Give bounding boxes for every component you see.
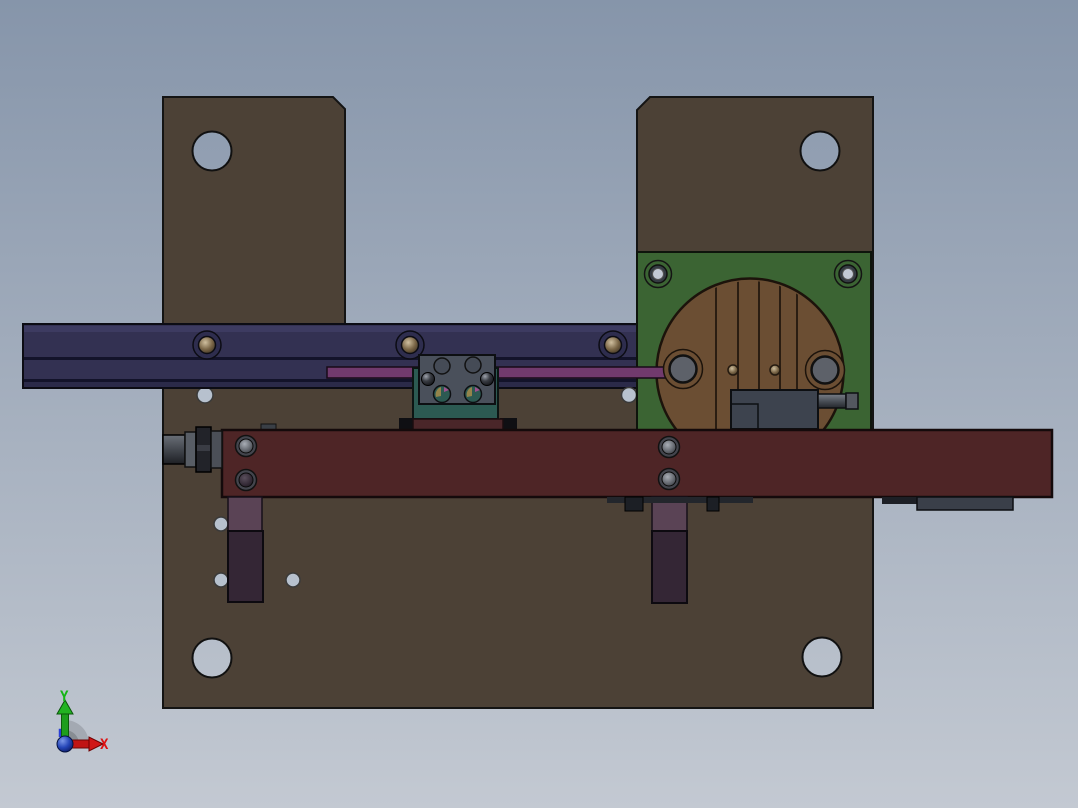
crossbar-screw-left-top[interactable] <box>234 434 258 458</box>
drive-rod[interactable] <box>326 366 677 379</box>
motor-shaft-cap <box>845 392 859 410</box>
plate-pinhole-3 <box>213 572 229 588</box>
support-post-left[interactable] <box>227 496 264 603</box>
plate-hole-bottom-right <box>801 636 843 678</box>
carriage-cutout-left <box>432 384 452 404</box>
carriage-bore-top-left <box>433 357 451 375</box>
plate-hole-top-right <box>799 130 841 172</box>
carriage-cutout-right <box>463 384 483 404</box>
origin-sphere <box>56 735 74 753</box>
green-plate-screw-left[interactable] <box>643 259 673 289</box>
rail-groove-upper <box>24 357 636 360</box>
motor-block-body[interactable] <box>730 389 819 430</box>
crossbar-screw-left-bottom[interactable] <box>234 468 258 492</box>
disc-dowel-hole-left <box>727 364 739 376</box>
post-left-lower <box>227 530 264 603</box>
plate-hole-top-left <box>191 130 233 172</box>
knob-collar <box>184 431 197 468</box>
plate-pinhole-5 <box>620 386 638 404</box>
plate-hole-bottom-left <box>191 637 233 679</box>
post-left-upper <box>227 496 263 532</box>
motor-shaft[interactable] <box>817 393 847 409</box>
knob-shank <box>210 430 223 469</box>
carriage-screw-left[interactable] <box>421 372 435 386</box>
rail-top-face <box>24 326 636 332</box>
carriage-base-strip <box>412 418 504 431</box>
rail-bottom-face <box>24 382 636 387</box>
rotary-hub-left[interactable] <box>662 348 704 390</box>
plate-pinhole-4 <box>285 572 301 588</box>
plate-pinhole-1 <box>196 386 214 404</box>
disc-dowel-hole-right <box>769 364 781 376</box>
rail-groove-lower <box>24 379 636 382</box>
rail-screw-left[interactable] <box>192 330 222 360</box>
carriage-screw-right[interactable] <box>480 372 494 386</box>
rotary-hub-right[interactable] <box>804 349 846 391</box>
crossbar-screw-middle-bottom[interactable] <box>657 467 681 491</box>
crossbar-screw-middle-top[interactable] <box>657 435 681 459</box>
support-post-middle[interactable] <box>651 496 688 604</box>
x-axis-label: X <box>100 737 109 753</box>
green-plate-screw-right[interactable] <box>833 259 863 289</box>
plate-pinhole-2 <box>213 516 229 532</box>
knob-tip <box>162 434 186 465</box>
y-axis-label: Y <box>60 689 69 705</box>
rail-screw-right[interactable] <box>598 330 628 360</box>
under-bar-rail-right <box>916 496 1014 511</box>
post-middle-lower <box>651 530 688 604</box>
cad-viewport[interactable]: Y X <box>0 0 1078 808</box>
crossbar-body[interactable] <box>220 428 1054 499</box>
knob-hex-band <box>197 445 210 451</box>
carriage-bore-top-right <box>464 356 482 374</box>
crossbar[interactable] <box>220 428 1054 499</box>
